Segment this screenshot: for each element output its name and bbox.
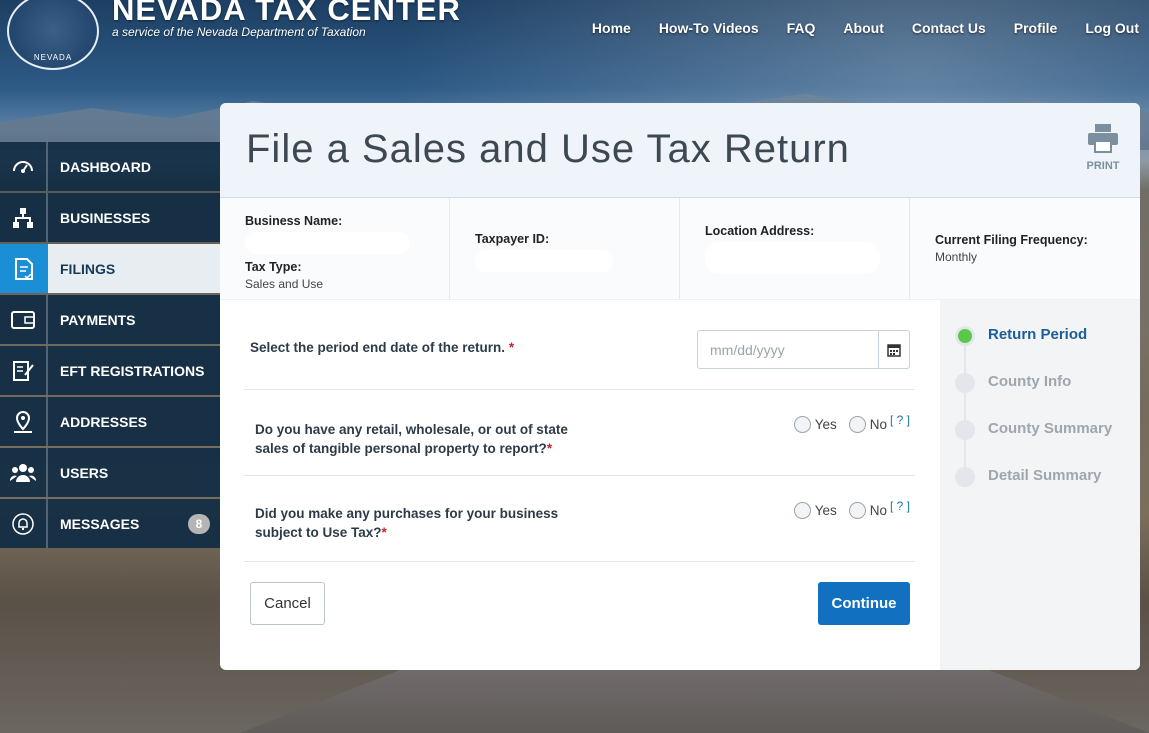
gauge-icon bbox=[0, 142, 48, 191]
business-info-bar: Business Name: Tax Type: Sales and Use T… bbox=[220, 198, 1140, 300]
sidebar-item-label: EFT REGISTRATIONS bbox=[60, 362, 205, 379]
page-title: File a Sales and Use Tax Return bbox=[246, 127, 850, 171]
location-section: Location Address: bbox=[680, 198, 910, 299]
use-tax-question-row: Did you make any purchases for your busi… bbox=[244, 476, 915, 562]
sidebar-item-dashboard[interactable]: DASHBOARD bbox=[0, 142, 220, 191]
sidebar-item-payments[interactable]: PAYMENTS bbox=[0, 295, 220, 344]
sales-no-label[interactable]: No bbox=[870, 417, 887, 432]
nav-profile[interactable]: Profile bbox=[1014, 20, 1058, 36]
site-title: NEVADA TAX CENTER bbox=[112, 0, 461, 27]
sidebar-item-filings[interactable]: FILINGS bbox=[0, 244, 220, 293]
step-dot bbox=[955, 373, 975, 393]
filing-card: File a Sales and Use Tax Return PRINT Bu… bbox=[220, 103, 1140, 670]
nav-how-to-videos[interactable]: How-To Videos bbox=[659, 20, 759, 36]
map-pin-icon bbox=[0, 397, 48, 446]
progress-steps: Return Period County Info County Summary… bbox=[940, 300, 1140, 670]
sidebar-item-users[interactable]: USERS bbox=[0, 448, 220, 497]
location-address-label: Location Address: bbox=[705, 224, 815, 238]
nav-about[interactable]: About bbox=[843, 20, 883, 36]
business-name-redacted bbox=[245, 232, 410, 254]
sales-question-row: Do you have any retail, wholesale, or ou… bbox=[244, 390, 915, 476]
org-chart-icon bbox=[0, 193, 48, 242]
sidebar-item-messages[interactable]: MESSAGES 8 bbox=[0, 499, 220, 548]
edit-document-icon bbox=[0, 346, 48, 395]
sidebar-item-eft-registrations[interactable]: EFT REGISTRATIONS bbox=[0, 346, 220, 395]
top-navigation: Home How-To Videos FAQ About Contact Us … bbox=[564, 20, 1139, 36]
sales-question: Do you have any retail, wholesale, or ou… bbox=[255, 422, 568, 456]
sales-yes-radio[interactable] bbox=[793, 416, 811, 433]
step-county-summary: County Summary bbox=[940, 394, 1140, 441]
sidebar-item-label: BUSINESSES bbox=[60, 209, 151, 226]
users-icon bbox=[0, 448, 48, 497]
sales-radio-group: Yes No [ ? ] bbox=[793, 413, 910, 433]
wallet-icon bbox=[0, 295, 48, 344]
sidebar-item-label: FILINGS bbox=[60, 260, 116, 277]
sales-help-link[interactable]: [ ? ] bbox=[890, 413, 910, 427]
printer-icon bbox=[1088, 124, 1118, 153]
nevada-seal-logo: NEVADA bbox=[7, 0, 99, 70]
business-name-label: Business Name: bbox=[245, 214, 343, 228]
step-dot-active bbox=[955, 326, 975, 346]
card-header: File a Sales and Use Tax Return PRINT bbox=[220, 103, 1140, 198]
document-check-icon bbox=[0, 244, 48, 293]
nav-contact-us[interactable]: Contact Us bbox=[912, 20, 986, 36]
filing-frequency-label: Current Filing Frequency: bbox=[935, 233, 1088, 247]
filing-frequency-value: Monthly bbox=[935, 250, 978, 264]
sidebar-item-label: DASHBOARD bbox=[60, 158, 151, 175]
continue-button[interactable]: Continue bbox=[818, 582, 910, 625]
seal-text: NEVADA bbox=[33, 53, 73, 62]
business-name-section: Business Name: Tax Type: Sales and Use bbox=[220, 198, 450, 299]
taxpayer-id-section: Taxpayer ID: bbox=[450, 198, 680, 299]
return-form: Select the period end date of the return… bbox=[244, 300, 915, 562]
sidebar-item-label: MESSAGES bbox=[60, 515, 140, 532]
messages-count-badge: 8 bbox=[188, 514, 210, 534]
tax-type-label: Tax Type: bbox=[245, 260, 302, 274]
sidebar-item-label: PAYMENTS bbox=[60, 311, 136, 328]
sidebar-item-label: USERS bbox=[60, 464, 109, 481]
print-button[interactable]: PRINT bbox=[1086, 123, 1120, 172]
use-tax-no-radio[interactable] bbox=[848, 502, 866, 519]
use-tax-radio-group: Yes No [ ? ] bbox=[793, 499, 910, 519]
use-tax-help-link[interactable]: [ ? ] bbox=[890, 499, 910, 513]
sidebar-item-label: ADDRESSES bbox=[60, 413, 148, 430]
filing-frequency-section: Current Filing Frequency: Monthly bbox=[910, 198, 1140, 299]
use-tax-question: Did you make any purchases for your busi… bbox=[255, 506, 559, 540]
nav-home[interactable]: Home bbox=[592, 20, 631, 36]
calendar-icon[interactable] bbox=[878, 331, 909, 368]
sidebar-item-addresses[interactable]: ADDRESSES bbox=[0, 397, 220, 446]
nav-log-out[interactable]: Log Out bbox=[1085, 20, 1139, 36]
print-label: PRINT bbox=[1086, 160, 1120, 172]
step-dot bbox=[955, 467, 975, 487]
nav-faq[interactable]: FAQ bbox=[787, 20, 816, 36]
location-address-redacted bbox=[705, 242, 880, 274]
sidebar-item-businesses[interactable]: BUSINESSES bbox=[0, 193, 220, 242]
date-placeholder: mm/dd/yyyy bbox=[710, 341, 785, 358]
taxpayer-id-redacted bbox=[475, 250, 613, 272]
step-detail-summary: Detail Summary bbox=[940, 441, 1140, 488]
use-tax-no-label[interactable]: No bbox=[870, 503, 887, 518]
sales-no-radio[interactable] bbox=[848, 416, 866, 433]
step-county-info: County Info bbox=[940, 347, 1140, 394]
step-dot bbox=[955, 420, 975, 440]
use-tax-yes-radio[interactable] bbox=[793, 502, 811, 519]
step-return-period: Return Period bbox=[940, 300, 1140, 347]
tax-type-value: Sales and Use bbox=[245, 277, 324, 291]
sales-yes-label[interactable]: Yes bbox=[815, 417, 837, 432]
site-subtitle: a service of the Nevada Department of Ta… bbox=[112, 25, 366, 39]
cancel-button[interactable]: Cancel bbox=[250, 582, 325, 625]
sidebar: DASHBOARD BUSINESSES FILINGS PAYMENTS EF… bbox=[0, 142, 220, 550]
bell-icon bbox=[0, 499, 48, 548]
period-end-question: Select the period end date of the return… bbox=[250, 340, 515, 355]
period-end-date-input[interactable]: mm/dd/yyyy bbox=[697, 330, 910, 369]
taxpayer-id-label: Taxpayer ID: bbox=[475, 232, 550, 246]
use-tax-yes-label[interactable]: Yes bbox=[815, 503, 837, 518]
period-end-row: Select the period end date of the return… bbox=[244, 300, 915, 390]
